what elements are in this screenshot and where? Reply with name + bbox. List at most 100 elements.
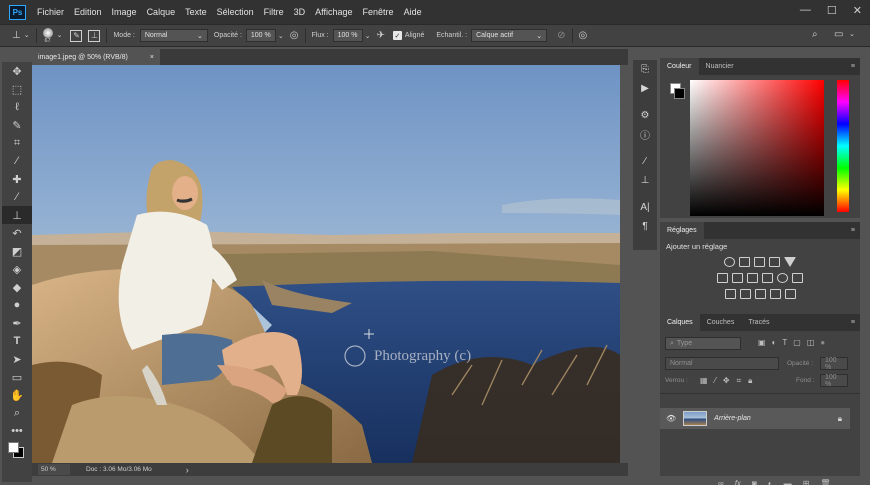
eraser-tool-icon[interactable]: ◩ — [2, 242, 32, 260]
lock-all-icon[interactable]: 🔒︎ — [748, 376, 752, 386]
invert-icon[interactable] — [724, 289, 736, 299]
menu-3d[interactable]: 3D — [294, 7, 306, 17]
info-icon[interactable]: ⓘ — [633, 125, 657, 144]
fill-input[interactable]: 100 % — [820, 374, 848, 388]
brightness-icon[interactable] — [724, 257, 735, 267]
more-tools-icon[interactable]: ••• — [2, 422, 32, 440]
move-tool-icon[interactable]: ✥ — [2, 62, 32, 80]
layer-opacity-input[interactable]: 100 % — [820, 357, 848, 371]
lock-transparent-icon[interactable]: ▦ — [700, 376, 708, 386]
hue-slider[interactable] — [837, 80, 849, 212]
filter-shape-icon[interactable]: ▢ — [793, 338, 801, 347]
layer-style-icon[interactable]: fx — [735, 479, 741, 485]
color-swatches[interactable] — [2, 440, 32, 464]
color-balance-icon[interactable] — [732, 273, 743, 283]
menu-fenetre[interactable]: Fenêtre — [363, 7, 394, 17]
tab-couches[interactable]: Couches — [700, 314, 742, 331]
menu-selection[interactable]: Sélection — [217, 7, 254, 17]
dodge-tool-icon[interactable]: ● — [2, 296, 32, 314]
filter-toggle-icon[interactable]: ● — [820, 338, 825, 347]
color-lookup-icon[interactable] — [792, 273, 803, 283]
mode-select[interactable]: Normal ⌄ — [139, 29, 208, 42]
ignore-adjustment-icon[interactable]: ⊘ — [557, 30, 565, 41]
airbrush-icon[interactable]: ✈ — [377, 30, 385, 41]
paragraph-icon[interactable]: ¶ — [633, 217, 657, 236]
pen-tool-icon[interactable]: ✒ — [2, 314, 32, 332]
panel-menu-icon[interactable]: ≡ — [851, 63, 855, 70]
panel-menu-icon[interactable]: ≡ — [851, 319, 855, 326]
menu-texte[interactable]: Texte — [185, 7, 207, 17]
character-icon[interactable]: A| — [633, 198, 657, 217]
document-canvas[interactable]: Photography (c) — [32, 65, 620, 463]
status-menu-arrow[interactable]: › — [186, 465, 189, 475]
chevron-down-icon[interactable]: ⌄ — [365, 32, 371, 40]
exposure-icon[interactable] — [769, 257, 780, 267]
document-tab[interactable]: image1.jpeg @ 50% (RVB/8) × — [32, 49, 160, 65]
opacity-input[interactable]: 100 % — [245, 29, 276, 42]
layer-mask-icon[interactable]: ◙ — [752, 479, 757, 485]
menu-calque[interactable]: Calque — [147, 7, 176, 17]
tab-traces[interactable]: Tracés — [741, 314, 776, 331]
menu-aide[interactable]: Aide — [404, 7, 422, 17]
clone-source-icon[interactable]: ⊥ — [633, 171, 657, 190]
chevron-down-icon[interactable]: ⌄ — [57, 31, 63, 41]
new-group-icon[interactable]: ▬ — [784, 479, 792, 485]
menu-edition[interactable]: Edition — [74, 7, 102, 17]
chevron-down-icon[interactable]: ⌄ — [278, 32, 284, 40]
clone-stamp-icon[interactable]: ⊥ — [12, 30, 21, 41]
filter-smart-icon[interactable]: ◫ — [807, 338, 815, 347]
minimize-button[interactable]: — — [800, 4, 811, 17]
vibrance-icon[interactable] — [784, 257, 796, 267]
quick-selection-tool-icon[interactable]: ✎ — [2, 116, 32, 134]
levels-icon[interactable] — [739, 257, 750, 267]
zoom-field[interactable]: 50 % — [38, 464, 70, 475]
rectangle-tool-icon[interactable]: ▭ — [2, 368, 32, 386]
clone-source-icon[interactable]: ⊥ — [88, 29, 101, 42]
properties-icon[interactable]: ⚙ — [633, 106, 657, 125]
lock-position-icon[interactable]: ✥ — [723, 376, 730, 386]
filter-pixel-icon[interactable]: ▣ — [758, 338, 766, 347]
workspace-icon[interactable]: ▭ — [834, 30, 843, 40]
lock-pixels-icon[interactable]: ⁄ — [715, 376, 716, 386]
zoom-tool-icon[interactable]: ⌕ — [2, 404, 32, 422]
lock-artboard-icon[interactable]: ⌗ — [737, 376, 742, 386]
chevron-down-icon[interactable]: ⌄ — [24, 31, 30, 41]
close-icon[interactable]: × — [150, 54, 154, 61]
brush-preset-picker[interactable]: 67 — [42, 27, 53, 44]
color-field[interactable] — [690, 80, 824, 216]
menu-affichage[interactable]: Affichage — [315, 7, 352, 17]
maximize-button[interactable]: ☐ — [827, 4, 837, 17]
chevron-down-icon[interactable]: ⌄ — [849, 30, 855, 40]
tab-couleur[interactable]: Couleur — [660, 58, 699, 75]
menu-filtre[interactable]: Filtre — [264, 7, 284, 17]
link-layers-icon[interactable]: ∞ — [718, 479, 724, 485]
healing-brush-tool-icon[interactable]: ✚ — [2, 170, 32, 188]
search-icon[interactable]: ⌕ — [812, 30, 818, 40]
actions-icon[interactable]: ▶ — [633, 79, 657, 98]
close-button[interactable]: ✕ — [853, 4, 862, 17]
new-layer-icon[interactable]: ⊞ — [803, 479, 810, 485]
layer-row[interactable]: 👁︎ Arrière-plan 🔒︎ — [660, 408, 850, 429]
visibility-eye-icon[interactable]: 👁︎ — [666, 414, 676, 423]
channel-mixer-icon[interactable] — [777, 273, 788, 283]
foreground-color-swatch[interactable] — [8, 442, 19, 453]
panel-menu-icon[interactable]: ≡ — [851, 227, 855, 234]
brush-tool-icon[interactable]: ⁄ — [2, 188, 32, 206]
delete-layer-icon[interactable]: 🗑︎ — [820, 479, 830, 485]
flow-input[interactable]: 100 % — [332, 29, 363, 42]
pressure-opacity-icon[interactable]: ◎ — [290, 30, 299, 41]
hue-saturation-icon[interactable] — [717, 273, 728, 283]
brushes-icon[interactable]: ⁄ — [633, 152, 657, 171]
menu-image[interactable]: Image — [112, 7, 137, 17]
black-white-icon[interactable] — [747, 273, 758, 283]
gradient-map-icon[interactable] — [784, 289, 796, 299]
brush-settings-icon[interactable]: ✎ — [70, 29, 83, 42]
hand-tool-icon[interactable]: ✋ — [2, 386, 32, 404]
tab-calques[interactable]: Calques — [660, 314, 700, 331]
threshold-icon[interactable] — [754, 289, 766, 299]
blur-tool-icon[interactable]: ◆ — [2, 278, 32, 296]
lasso-tool-icon[interactable]: ℓ — [2, 98, 32, 116]
history-icon[interactable]: ⎘ — [633, 60, 657, 79]
sample-select[interactable]: Calque actif ⌄ — [471, 29, 548, 42]
curves-icon[interactable] — [754, 257, 765, 267]
